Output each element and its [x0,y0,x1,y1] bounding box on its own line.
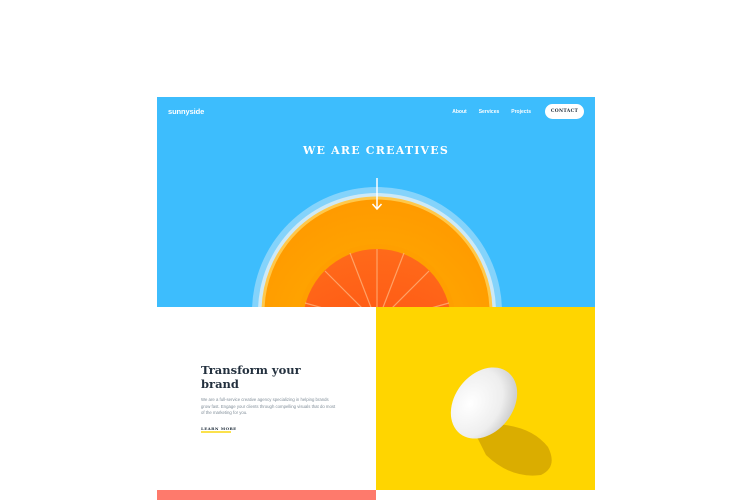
transform-section: Transform your brand We are a full-servi… [157,307,376,490]
hero-title: WE ARE CREATIVES [302,144,450,157]
hero-section: sunnyside About Services Projects CONTAC… [157,97,595,307]
coral-section [157,490,376,500]
contact-button[interactable]: CONTACT [545,104,584,119]
main-nav: About Services Projects CONTACT [452,104,584,119]
nav-link-about[interactable]: About [452,109,466,115]
egg-image [450,367,552,476]
link-underline [201,431,231,433]
section-title: Transform your brand [201,363,301,391]
nav-link-projects[interactable]: Projects [511,109,531,115]
logo[interactable]: sunnyside [168,107,204,116]
nav-link-services[interactable]: Services [479,109,500,115]
arrow-down-icon[interactable] [371,178,383,212]
landing-page: sunnyside About Services Projects CONTAC… [157,97,595,500]
section-body: We are a full-service creative agency sp… [201,397,336,416]
egg-image-panel [376,307,595,490]
